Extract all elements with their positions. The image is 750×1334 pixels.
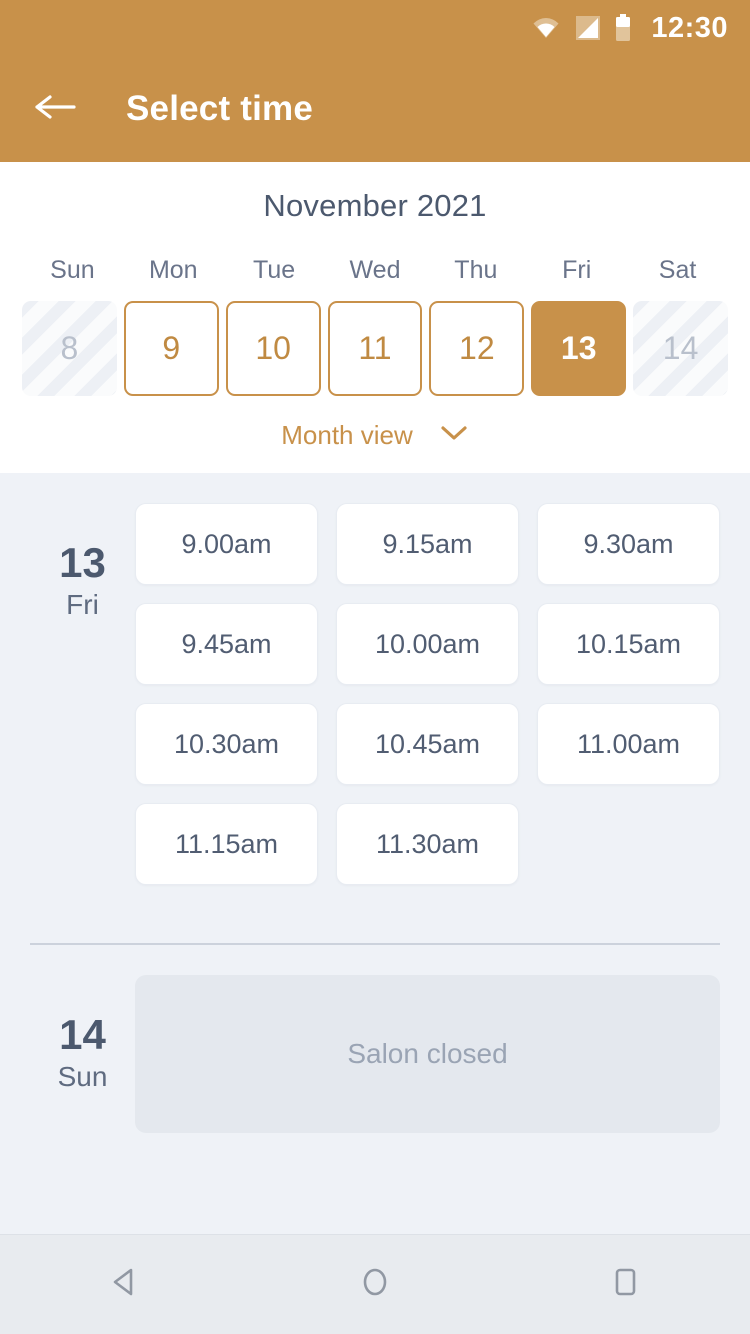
back-button[interactable] <box>30 84 80 134</box>
signal-icon <box>575 15 601 41</box>
time-slot-button[interactable]: 10.45am <box>336 703 519 785</box>
time-slot-button[interactable]: 10.00am <box>336 603 519 685</box>
calendar-day-13[interactable]: 13 <box>531 301 627 396</box>
day-of-week: Fri <box>66 589 99 621</box>
status-bar: 12:30 <box>0 0 750 56</box>
status-bar-clock: 12:30 <box>651 11 728 44</box>
time-slot-button[interactable]: 9.00am <box>135 503 318 585</box>
battery-icon <box>615 14 631 42</box>
calendar-day-number: 12 <box>459 330 495 366</box>
calendar-month-title: November 2021 <box>263 188 487 223</box>
day-label: 14 Sun <box>30 975 135 1133</box>
day-number: 14 <box>59 1011 106 1058</box>
weekday-label: Tue <box>253 256 296 284</box>
calendar-day-number: 8 <box>60 330 79 366</box>
salon-closed-message: Salon closed <box>347 1038 508 1069</box>
triangle-back-icon <box>107 1264 143 1305</box>
calendar-day-8: 8 <box>22 301 117 396</box>
android-nav-bar <box>0 1234 750 1334</box>
month-view-toggle[interactable]: Month view <box>0 420 750 451</box>
calendar-day-11[interactable]: 11 <box>327 301 423 396</box>
calendar-day-9[interactable]: 9 <box>123 301 219 396</box>
calendar-day-14: 14 <box>633 301 728 396</box>
day-of-week: Sun <box>57 1061 108 1093</box>
day-label: 13 Fri <box>30 503 135 885</box>
time-slot-button[interactable]: 11.00am <box>537 703 720 785</box>
page-title: Select time <box>126 89 314 128</box>
calendar-weekday-row: Sun Mon Tue Wed Thu Fri Sat <box>0 256 750 285</box>
weekday-label: Fri <box>562 256 592 284</box>
nav-back-button[interactable] <box>80 1250 170 1320</box>
time-slot-button[interactable]: 9.15am <box>336 503 519 585</box>
day-block: 14 Sun Salon closed <box>0 945 750 1133</box>
calendar-day-number: 9 <box>162 330 181 366</box>
day-block: 13 Fri 9.00am 9.15am 9.30am 9.45am 10.00am 10.1… <box>0 473 750 885</box>
salon-closed-box: Salon closed <box>135 975 720 1133</box>
weekday-label: Sun <box>50 256 95 284</box>
circle-home-icon <box>357 1264 393 1305</box>
calendar-day-12[interactable]: 12 <box>429 301 525 396</box>
app-bar: Select time <box>0 56 750 162</box>
calendar-panel: November 2021 Sun Mon Tue Wed Thu Fri Sa… <box>0 162 750 473</box>
schedule-content: 13 Fri 9.00am 9.15am 9.30am 9.45am 10.00am 10.1… <box>0 473 750 1234</box>
weekday-label: Mon <box>148 256 198 284</box>
weekday-label: Wed <box>349 256 401 284</box>
wifi-icon <box>531 16 561 40</box>
day-number: 13 <box>59 539 106 586</box>
nav-home-button[interactable] <box>330 1250 420 1320</box>
time-slot-button[interactable]: 11.15am <box>135 803 318 885</box>
chevron-down-icon <box>439 424 469 447</box>
app-root: 12:30 Select time November 2021 Sun Mon … <box>0 0 750 1334</box>
time-slot-button[interactable]: 11.30am <box>336 803 519 885</box>
time-slot-button[interactable]: 9.30am <box>537 503 720 585</box>
weekday-label: Sat <box>658 256 697 284</box>
nav-recents-button[interactable] <box>580 1250 670 1320</box>
calendar-day-10[interactable]: 10 <box>225 301 321 396</box>
weekday-label: Thu <box>454 256 498 284</box>
arrow-left-icon <box>34 92 76 127</box>
calendar-day-number: 13 <box>560 330 597 366</box>
time-slot-button[interactable]: 10.30am <box>135 703 318 785</box>
calendar-day-number: 11 <box>358 330 392 366</box>
time-slot-button[interactable]: 9.45am <box>135 603 318 685</box>
time-slot-button[interactable]: 10.15am <box>537 603 720 685</box>
calendar-day-row: 8 9 10 11 12 13 14 <box>0 301 750 396</box>
calendar-day-number: 14 <box>662 330 699 366</box>
calendar-day-number: 10 <box>255 330 291 366</box>
month-view-label: Month view <box>281 420 413 450</box>
square-recents-icon <box>607 1264 643 1305</box>
time-slot-grid: 9.00am 9.15am 9.30am 9.45am 10.00am 10.15am 10… <box>135 503 720 885</box>
